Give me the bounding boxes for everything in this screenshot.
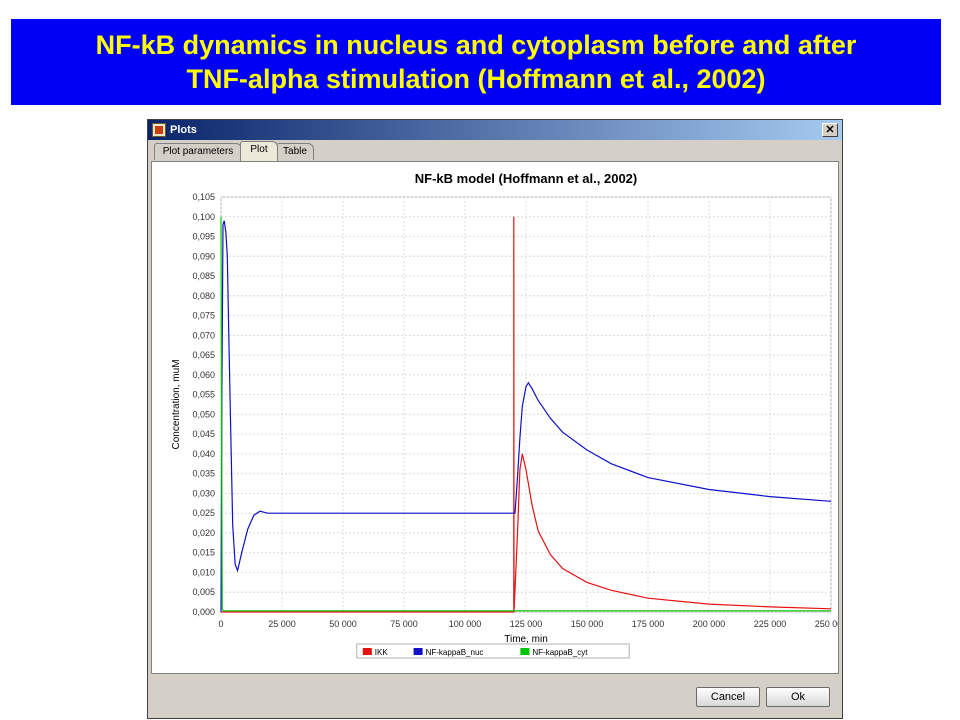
x-tick-label: 50 000 bbox=[329, 619, 357, 629]
y-tick-label: 0,085 bbox=[192, 271, 215, 281]
legend-swatch bbox=[362, 648, 372, 655]
y-tick-label: 0,065 bbox=[192, 350, 215, 360]
x-tick-label: 175 000 bbox=[632, 619, 665, 629]
legend-label: NF-kappaB_cyt bbox=[532, 648, 588, 657]
y-tick-label: 0,005 bbox=[192, 587, 215, 597]
y-tick-label: 0,045 bbox=[192, 429, 215, 439]
tab-plot-parameters[interactable]: Plot parameters bbox=[154, 143, 242, 160]
y-tick-label: 0,070 bbox=[192, 330, 215, 340]
y-tick-label: 0,105 bbox=[192, 192, 215, 202]
y-tick-label: 0,055 bbox=[192, 390, 215, 400]
y-axis-label: Concentration, muM bbox=[171, 359, 182, 449]
x-tick-label: 75 000 bbox=[390, 619, 418, 629]
line-chart: 0 25 000 50 000 75 000 100 000 125 000 150 000… bbox=[171, 171, 838, 659]
x-tick-label: 125 000 bbox=[510, 619, 543, 629]
dialog-button-bar: Cancel Ok bbox=[148, 675, 842, 718]
x-tick-label: 150 000 bbox=[571, 619, 604, 629]
x-tick-label: 100 000 bbox=[449, 619, 482, 629]
plot-panel: 0 25 000 50 000 75 000 100 000 125 000 150 000… bbox=[151, 161, 839, 674]
window-title: Plots bbox=[170, 124, 197, 136]
y-tick-label: 0,095 bbox=[192, 232, 215, 242]
y-tick-label: 0,000 bbox=[192, 607, 215, 617]
y-tick-label: 0,025 bbox=[192, 508, 215, 518]
x-tick-label: 25 000 bbox=[268, 619, 296, 629]
y-tick-label: 0,100 bbox=[192, 212, 215, 222]
slide-title-line-2: TNF-alpha stimulation (Hoffmann et al., … bbox=[186, 64, 766, 94]
y-tick-label: 0,080 bbox=[192, 291, 215, 301]
y-tick-label: 0,020 bbox=[192, 528, 215, 538]
y-tick-label: 0,040 bbox=[192, 449, 215, 459]
x-tick-label: 0 bbox=[218, 619, 223, 629]
tab-table[interactable]: Table bbox=[276, 143, 314, 160]
slide-title-banner: NF-kB dynamics in nucleus and cytoplasm … bbox=[11, 19, 941, 105]
y-tick-label: 0,090 bbox=[192, 251, 215, 261]
legend-label: NF-kappaB_nuc bbox=[426, 648, 484, 657]
y-tick-label: 0,015 bbox=[192, 548, 215, 558]
y-tick-label: 0,060 bbox=[192, 370, 215, 380]
x-axis-label: Time, min bbox=[504, 634, 548, 645]
x-tick-label: 225 000 bbox=[754, 619, 787, 629]
x-tick-label: 200 000 bbox=[693, 619, 726, 629]
ok-button[interactable]: Ok bbox=[766, 687, 830, 707]
legend-swatch bbox=[520, 648, 530, 655]
legend-box bbox=[356, 643, 630, 659]
app-icon bbox=[152, 123, 166, 137]
x-tick-label: 250 000 bbox=[815, 619, 838, 629]
window-titlebar[interactable]: Plots ✕ bbox=[148, 120, 842, 140]
chart-title: NF-kB model (Hoffmann et al., 2002) bbox=[415, 171, 637, 186]
close-icon[interactable]: ✕ bbox=[822, 123, 838, 137]
y-tick-label: 0,050 bbox=[192, 409, 215, 419]
legend-swatch bbox=[413, 648, 423, 655]
y-tick-label: 0,010 bbox=[192, 567, 215, 577]
slide-title-line-1: NF-kB dynamics in nucleus and cytoplasm … bbox=[95, 30, 857, 60]
y-tick-label: 0,030 bbox=[192, 488, 215, 498]
tab-plot[interactable]: Plot bbox=[240, 141, 278, 161]
plots-window: Plots ✕ Plot parameters Plot Table 0 25 0… bbox=[147, 119, 843, 719]
y-tick-label: 0,075 bbox=[192, 311, 215, 321]
y-tick-label: 0,035 bbox=[192, 469, 215, 479]
legend-label: IKK bbox=[375, 648, 389, 657]
cancel-button[interactable]: Cancel bbox=[696, 687, 760, 707]
